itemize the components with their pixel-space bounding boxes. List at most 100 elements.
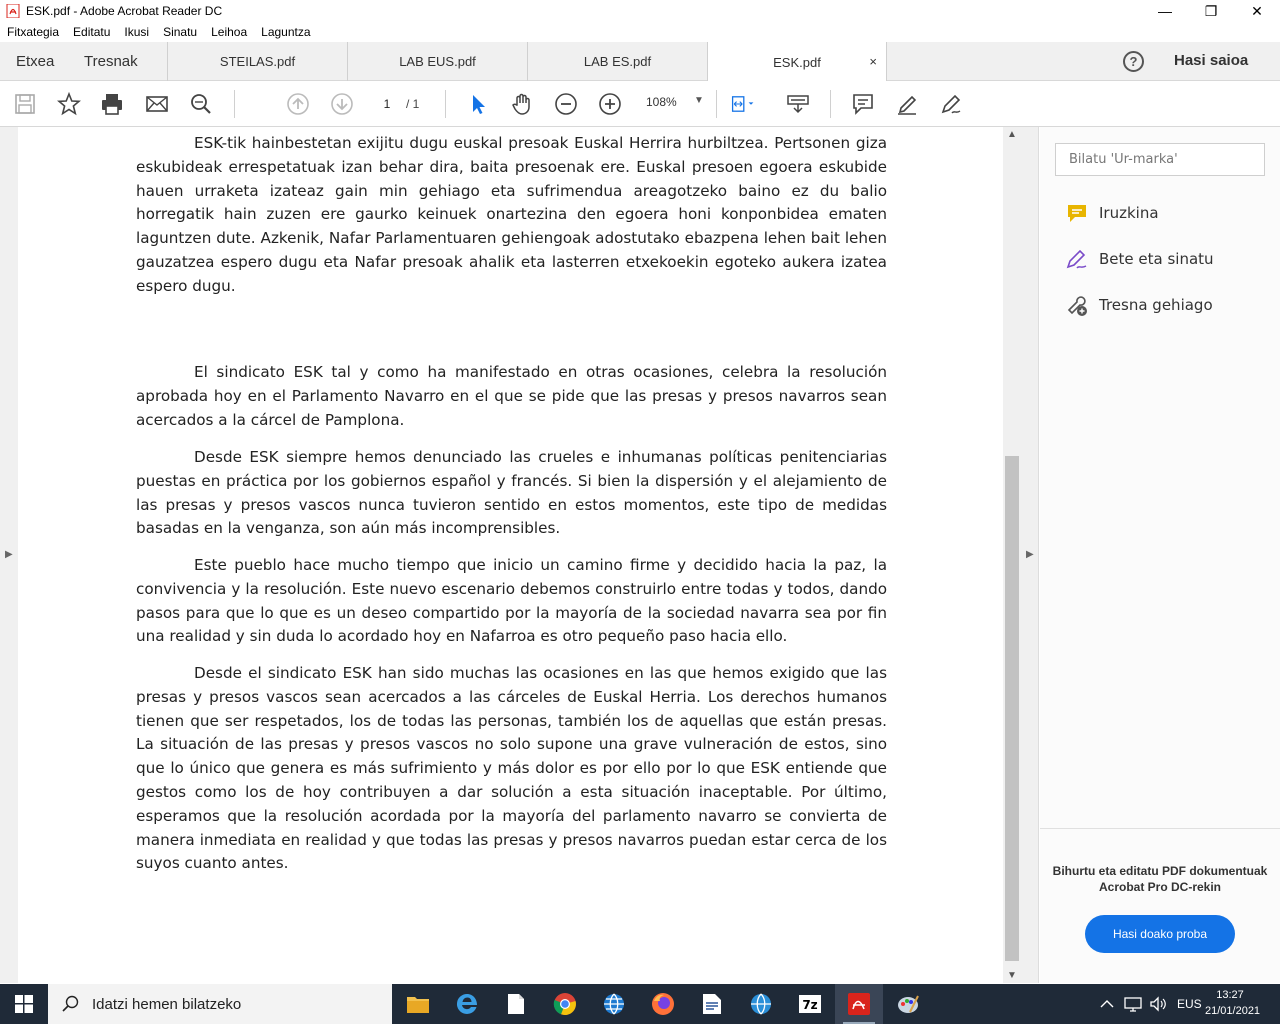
network-icon[interactable]	[1124, 984, 1142, 1024]
tab-document[interactable]: LAB ES.pdf	[527, 42, 707, 81]
zoom-in-icon[interactable]	[598, 92, 622, 116]
promo-text: Bihurtu eta editatu PDF dokumentuak Acro…	[1040, 863, 1280, 895]
save-icon[interactable]	[13, 92, 37, 116]
zoom-level-select[interactable]: 108%	[646, 95, 677, 109]
paint-app-icon[interactable]	[884, 984, 932, 1024]
text-document-icon[interactable]	[688, 984, 736, 1024]
svg-text:7z: 7z	[802, 998, 817, 1012]
comment-icon[interactable]	[851, 92, 875, 116]
sign-pen-icon[interactable]	[939, 92, 963, 116]
7zip-icon[interactable]: 7z	[786, 984, 834, 1024]
show-hidden-icons[interactable]	[1100, 984, 1114, 1024]
tools-search-input[interactable]: Bilatu 'Ur-marka'	[1055, 143, 1265, 176]
tab-document[interactable]: STEILAS.pdf	[167, 42, 347, 81]
document-paragraph: Desde el sindicato ESK han sido muchas l…	[136, 664, 887, 873]
hand-tool-icon[interactable]	[510, 92, 534, 116]
zoom-search-icon[interactable]	[189, 92, 213, 116]
chrome-icon[interactable]	[541, 984, 589, 1024]
sign-in-button[interactable]: Hasi saioa	[1174, 52, 1248, 69]
clock-time: 13:27	[1216, 989, 1244, 1001]
tab-tools[interactable]: Tresnak	[84, 42, 138, 81]
toolbar-separator	[445, 90, 446, 118]
chevron-right-icon: ▶	[5, 549, 13, 560]
taskbar-search[interactable]: Idatzi hemen bilatzeko	[48, 984, 392, 1024]
menu-bar: Fitxategia Editatu Ikusi Sinatu Leihoa L…	[0, 22, 1280, 42]
menu-sign[interactable]: Sinatu	[163, 25, 197, 39]
document-paragraph: Este pueblo hace mucho tiempo que inicio…	[136, 556, 887, 646]
tab-document[interactable]: LAB EUS.pdf	[347, 42, 527, 81]
search-icon	[62, 995, 79, 1012]
windows-logo-icon	[15, 995, 33, 1013]
toolbar-separator	[234, 90, 235, 118]
globe-app-icon-2[interactable]	[737, 984, 785, 1024]
edge-icon[interactable]	[443, 984, 491, 1024]
start-button[interactable]	[0, 984, 48, 1024]
acrobat-taskbar-icon[interactable]	[835, 984, 883, 1024]
vertical-scrollbar[interactable]: ▲ ▼	[1003, 127, 1021, 983]
close-button[interactable]: ✕	[1234, 0, 1280, 22]
document-paragraph: ESK-tik hainbestetan exijitu dugu euskal…	[136, 134, 887, 295]
toolbar-separator	[716, 90, 717, 118]
page-total: / 1	[406, 97, 420, 111]
tab-home[interactable]: Etxea	[16, 42, 54, 81]
firefox-icon[interactable]	[639, 984, 687, 1024]
menu-help[interactable]: Laguntza	[261, 25, 310, 39]
tool-label: Iruzkina	[1099, 204, 1159, 222]
fit-page-icon[interactable]	[731, 92, 755, 116]
tool-fill-sign[interactable]: Bete eta sinatu	[1065, 244, 1214, 274]
system-clock[interactable]: 13:27 21/01/2021	[1205, 987, 1261, 1019]
next-page-icon[interactable]	[330, 92, 354, 116]
tab-label: STEILAS.pdf	[219, 54, 296, 69]
tab-label: ESK.pdf	[773, 54, 821, 70]
minimize-button[interactable]: —	[1142, 0, 1188, 22]
promo-line: Bihurtu eta editatu PDF dokumentuak	[1052, 864, 1268, 878]
tool-label: Tresna gehiago	[1099, 296, 1213, 314]
zoom-out-icon[interactable]	[554, 92, 578, 116]
promo-divider	[1040, 828, 1280, 829]
promo-line: Acrobat Pro DC-rekin	[1098, 880, 1222, 894]
email-icon[interactable]	[145, 92, 169, 116]
tools-pane: Bilatu 'Ur-marka' Iruzkina Bete eta sina…	[1040, 127, 1280, 983]
pdf-page: ESK-tik hainbestetan exijitu dugu euskal…	[18, 127, 1003, 983]
fill-sign-icon	[1065, 247, 1089, 271]
page-number-input[interactable]: 1	[373, 93, 401, 115]
highlight-pen-icon[interactable]	[895, 92, 919, 116]
right-panel-toggle[interactable]: ▶	[1021, 127, 1039, 983]
star-icon[interactable]	[57, 92, 81, 116]
keyboard-tools-icon[interactable]	[786, 92, 810, 116]
wrench-plus-icon	[1065, 293, 1089, 317]
toolbar: 1 / 1 108% ▼	[0, 81, 1280, 127]
tool-comment[interactable]: Iruzkina	[1065, 198, 1159, 228]
previous-page-icon[interactable]	[286, 92, 310, 116]
tool-more-tools[interactable]: Tresna gehiago	[1065, 290, 1213, 320]
globe-app-icon[interactable]	[590, 984, 638, 1024]
document-icon[interactable]	[492, 984, 540, 1024]
document-paragraph: El sindicato ESK tal y como ha manifesta…	[136, 363, 887, 429]
tab-close-icon[interactable]: ×	[869, 54, 877, 69]
scroll-up-icon[interactable]: ▲	[1007, 129, 1017, 140]
scroll-down-icon[interactable]: ▼	[1007, 970, 1017, 981]
input-language[interactable]: EUS	[1177, 984, 1202, 1024]
toolbar-separator	[830, 90, 831, 118]
start-free-trial-button[interactable]: Hasi doako proba	[1085, 915, 1235, 953]
chevron-down-icon[interactable]: ▼	[694, 95, 704, 106]
volume-icon[interactable]	[1149, 984, 1167, 1024]
tab-bar: Etxea Tresnak STEILAS.pdf LAB EUS.pdf LA…	[0, 42, 1280, 82]
comment-icon	[1065, 201, 1089, 225]
menu-file[interactable]: Fitxategia	[7, 25, 59, 39]
menu-window[interactable]: Leihoa	[211, 25, 247, 39]
maximize-button[interactable]: ❐	[1188, 0, 1234, 22]
select-cursor-icon[interactable]	[466, 92, 490, 116]
clock-date: 21/01/2021	[1205, 1005, 1261, 1017]
scrollbar-thumb[interactable]	[1005, 456, 1019, 961]
left-panel-toggle[interactable]: ▶	[0, 127, 18, 983]
print-icon[interactable]	[100, 92, 124, 116]
tab-label: LAB EUS.pdf	[399, 54, 476, 69]
tab-document-active[interactable]: ESK.pdf ×	[707, 42, 887, 82]
file-explorer-icon[interactable]	[394, 984, 442, 1024]
help-icon[interactable]: ?	[1123, 51, 1144, 72]
document-paragraph: Desde ESK siempre hemos denunciado las c…	[136, 448, 887, 538]
menu-edit[interactable]: Editatu	[73, 25, 110, 39]
menu-view[interactable]: Ikusi	[124, 25, 149, 39]
acrobat-icon	[6, 4, 20, 18]
